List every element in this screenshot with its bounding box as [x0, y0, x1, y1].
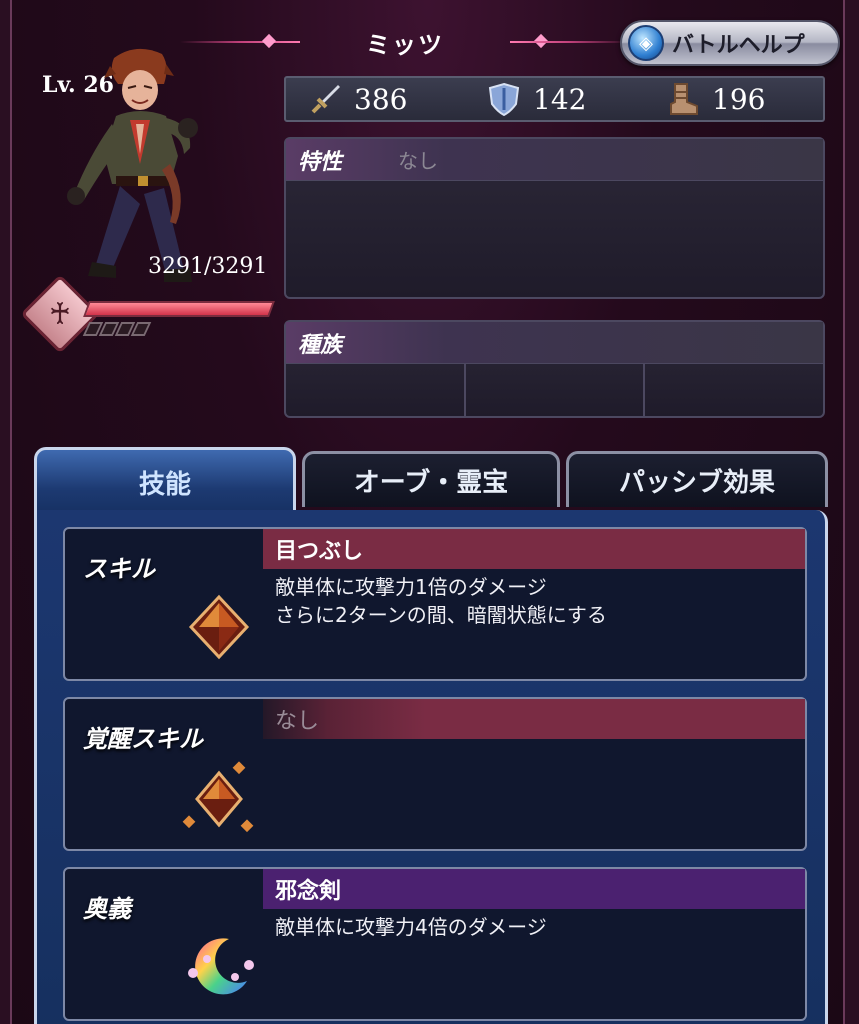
race-cell	[466, 364, 646, 418]
race-header: 種族	[286, 322, 823, 364]
skill-card[interactable]: 奥義 邪念剣 敵単体に攻撃力4倍のダメージ	[63, 867, 807, 1021]
battle-help-button[interactable]: ◈ バトルヘルプ	[620, 20, 840, 66]
tab-skills[interactable]: 技能	[34, 447, 296, 515]
skill-name-bar: なし	[263, 699, 805, 739]
battle-help-label: バトルヘルプ	[672, 33, 805, 58]
skill-desc-line: 敵単体に攻撃力1倍のダメージ	[275, 575, 547, 599]
skill-desc-line: さらに2ターンの間、暗闇状態にする	[275, 603, 607, 627]
race-cell	[286, 364, 466, 418]
race-panel: 種族	[284, 320, 825, 418]
dark-crystal-icon	[188, 594, 250, 660]
sword-emblem-icon: ♰	[48, 296, 72, 332]
rainbow-crescent-icon	[188, 938, 254, 995]
stat-speed: 196	[666, 82, 823, 116]
help-cube-icon: ◈	[628, 25, 664, 61]
defense-value: 142	[533, 82, 587, 116]
skill-description: 敵単体に攻撃力4倍のダメージ	[275, 913, 547, 941]
decor-diamond-left	[261, 33, 277, 49]
decor-line-right	[510, 41, 630, 43]
stat-defense: 142	[487, 82, 644, 116]
hp-readout: 3291/3291	[148, 254, 268, 279]
skill-type-label: 奥義	[83, 895, 131, 923]
traits-title: 特性	[298, 149, 343, 175]
stats-panel: 386 142 196	[284, 76, 825, 122]
race-cells	[286, 364, 823, 418]
stat-attack: 386	[308, 82, 465, 116]
skill-description: 敵単体に攻撃力1倍のダメージ さらに2ターンの間、暗闇状態にする	[275, 573, 607, 629]
race-cell	[645, 364, 823, 418]
skill-card[interactable]: スキル 目つぶし 敵単体に攻撃力1倍のダメージ さらに2ターンの間、暗闇状態にす…	[63, 527, 807, 681]
skill-name-bar: 邪念剣	[263, 869, 805, 909]
skill-desc-line: 敵単体に攻撃力4倍のダメージ	[275, 915, 547, 939]
skill-name-bar: 目つぶし	[263, 529, 805, 569]
hp-bar-fill	[85, 303, 273, 315]
boot-icon	[666, 82, 700, 116]
awakened-crystal-icon	[182, 761, 254, 833]
skills-content: スキル 目つぶし 敵単体に攻撃力1倍のダメージ さらに2ターンの間、暗闇状態にす…	[34, 510, 828, 1024]
skill-type-label: 覚醒スキル	[83, 725, 203, 753]
race-title: 種族	[298, 332, 343, 358]
speed-value: 196	[712, 82, 766, 116]
attack-value: 386	[354, 82, 408, 116]
shield-icon	[487, 82, 521, 116]
traits-value: なし	[398, 149, 439, 173]
traits-header: 特性 なし	[286, 139, 823, 181]
tab-passive-effects[interactable]: パッシブ効果	[566, 451, 828, 507]
decor-line-left	[180, 41, 300, 43]
skill-card[interactable]: 覚醒スキル なし	[63, 697, 807, 851]
skill-name: なし	[275, 709, 320, 734]
skill-name: 邪念剣	[275, 879, 342, 904]
tab-orb-treasure[interactable]: オーブ・霊宝	[302, 451, 560, 507]
skill-tabs: 技能 オーブ・霊宝 パッシブ効果	[34, 447, 828, 515]
skill-name: 目つぶし	[275, 539, 364, 564]
skill-type-label: スキル	[83, 555, 155, 583]
sword-icon	[308, 82, 342, 116]
character-name: ミッツ	[366, 30, 444, 59]
traits-panel: 特性 なし	[284, 137, 825, 299]
character-name-bar: ミッツ	[180, 22, 630, 62]
hp-bar	[83, 301, 275, 317]
